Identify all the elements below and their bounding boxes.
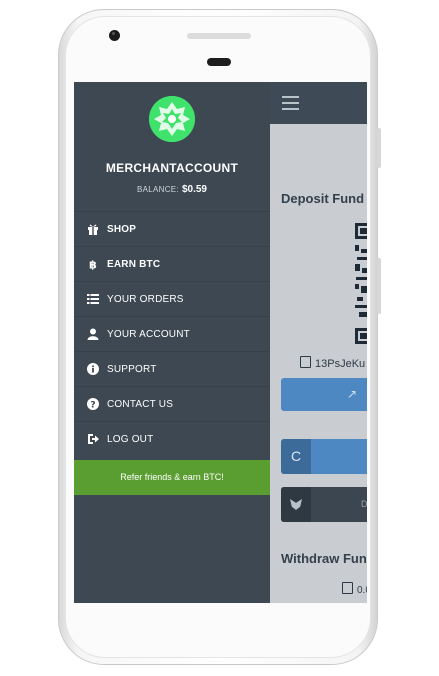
qr-code [355,223,367,344]
user-icon [87,328,99,340]
app-header [270,82,367,124]
sign-out-icon [87,433,99,445]
menu-item-shop[interactable]: SHOP [74,211,270,246]
deposit-address[interactable]: 13PsJeKu [300,356,365,370]
avatar[interactable] [149,96,195,142]
refer-friends-button[interactable]: Refer friends & earn BTC! [74,460,270,495]
coinbase-button[interactable]: C [281,439,367,474]
external-link-icon: ↗ [347,387,358,401]
account-name: MERCHANTACCOUNT [105,161,239,175]
menu-item-log-out[interactable]: LOG OUT [74,421,270,456]
gift-icon [87,223,99,235]
menu-item-support[interactable]: SUPPORT [74,351,270,386]
coinbase-icon: C [281,439,311,474]
withdraw-title: Withdraw Fun [281,551,367,566]
phone-screen: Deposit Fund 13PsJeKu ↗ C D Withdraw Fun… [74,82,367,603]
proximity-sensor [207,58,231,66]
phone-side-button [377,128,381,168]
menu-item-your-account[interactable]: YOUR ACCOUNT [74,316,270,351]
info-icon [87,363,99,375]
earpiece-speaker [187,33,251,39]
svg-text:฿: ฿ [89,259,97,271]
front-camera [109,30,120,41]
fox-icon [290,499,302,510]
metamask-button[interactable]: D [281,487,367,522]
question-icon: ? [87,398,99,410]
menu-icon[interactable] [282,96,299,110]
copy-icon[interactable] [300,356,311,368]
list-icon [87,293,99,305]
bitcoin-icon: ฿ [87,258,99,271]
drawer-menu: SHOP ฿ EARN BTC YOUR ORDERS YOUR ACCOUNT… [74,211,270,456]
main-content: Deposit Fund 13PsJeKu ↗ C D Withdraw Fun… [270,82,367,603]
svg-text:?: ? [90,400,95,410]
balance: BALANCE: $0.59 [136,184,207,195]
menu-item-earn-btc[interactable]: ฿ EARN BTC [74,246,270,281]
phone-side-button [377,258,381,314]
deposit-title: Deposit Fund [281,191,365,206]
menu-item-your-orders[interactable]: YOUR ORDERS [74,281,270,316]
open-wallet-button[interactable]: ↗ [281,378,367,411]
navigation-drawer: MERCHANTACCOUNT BALANCE: $0.59 SHOP ฿ EAR… [74,82,270,603]
withdraw-balance: 0.0 [342,582,367,596]
copy-icon [342,582,353,594]
menu-item-contact-us[interactable]: ? CONTACT US [74,386,270,421]
